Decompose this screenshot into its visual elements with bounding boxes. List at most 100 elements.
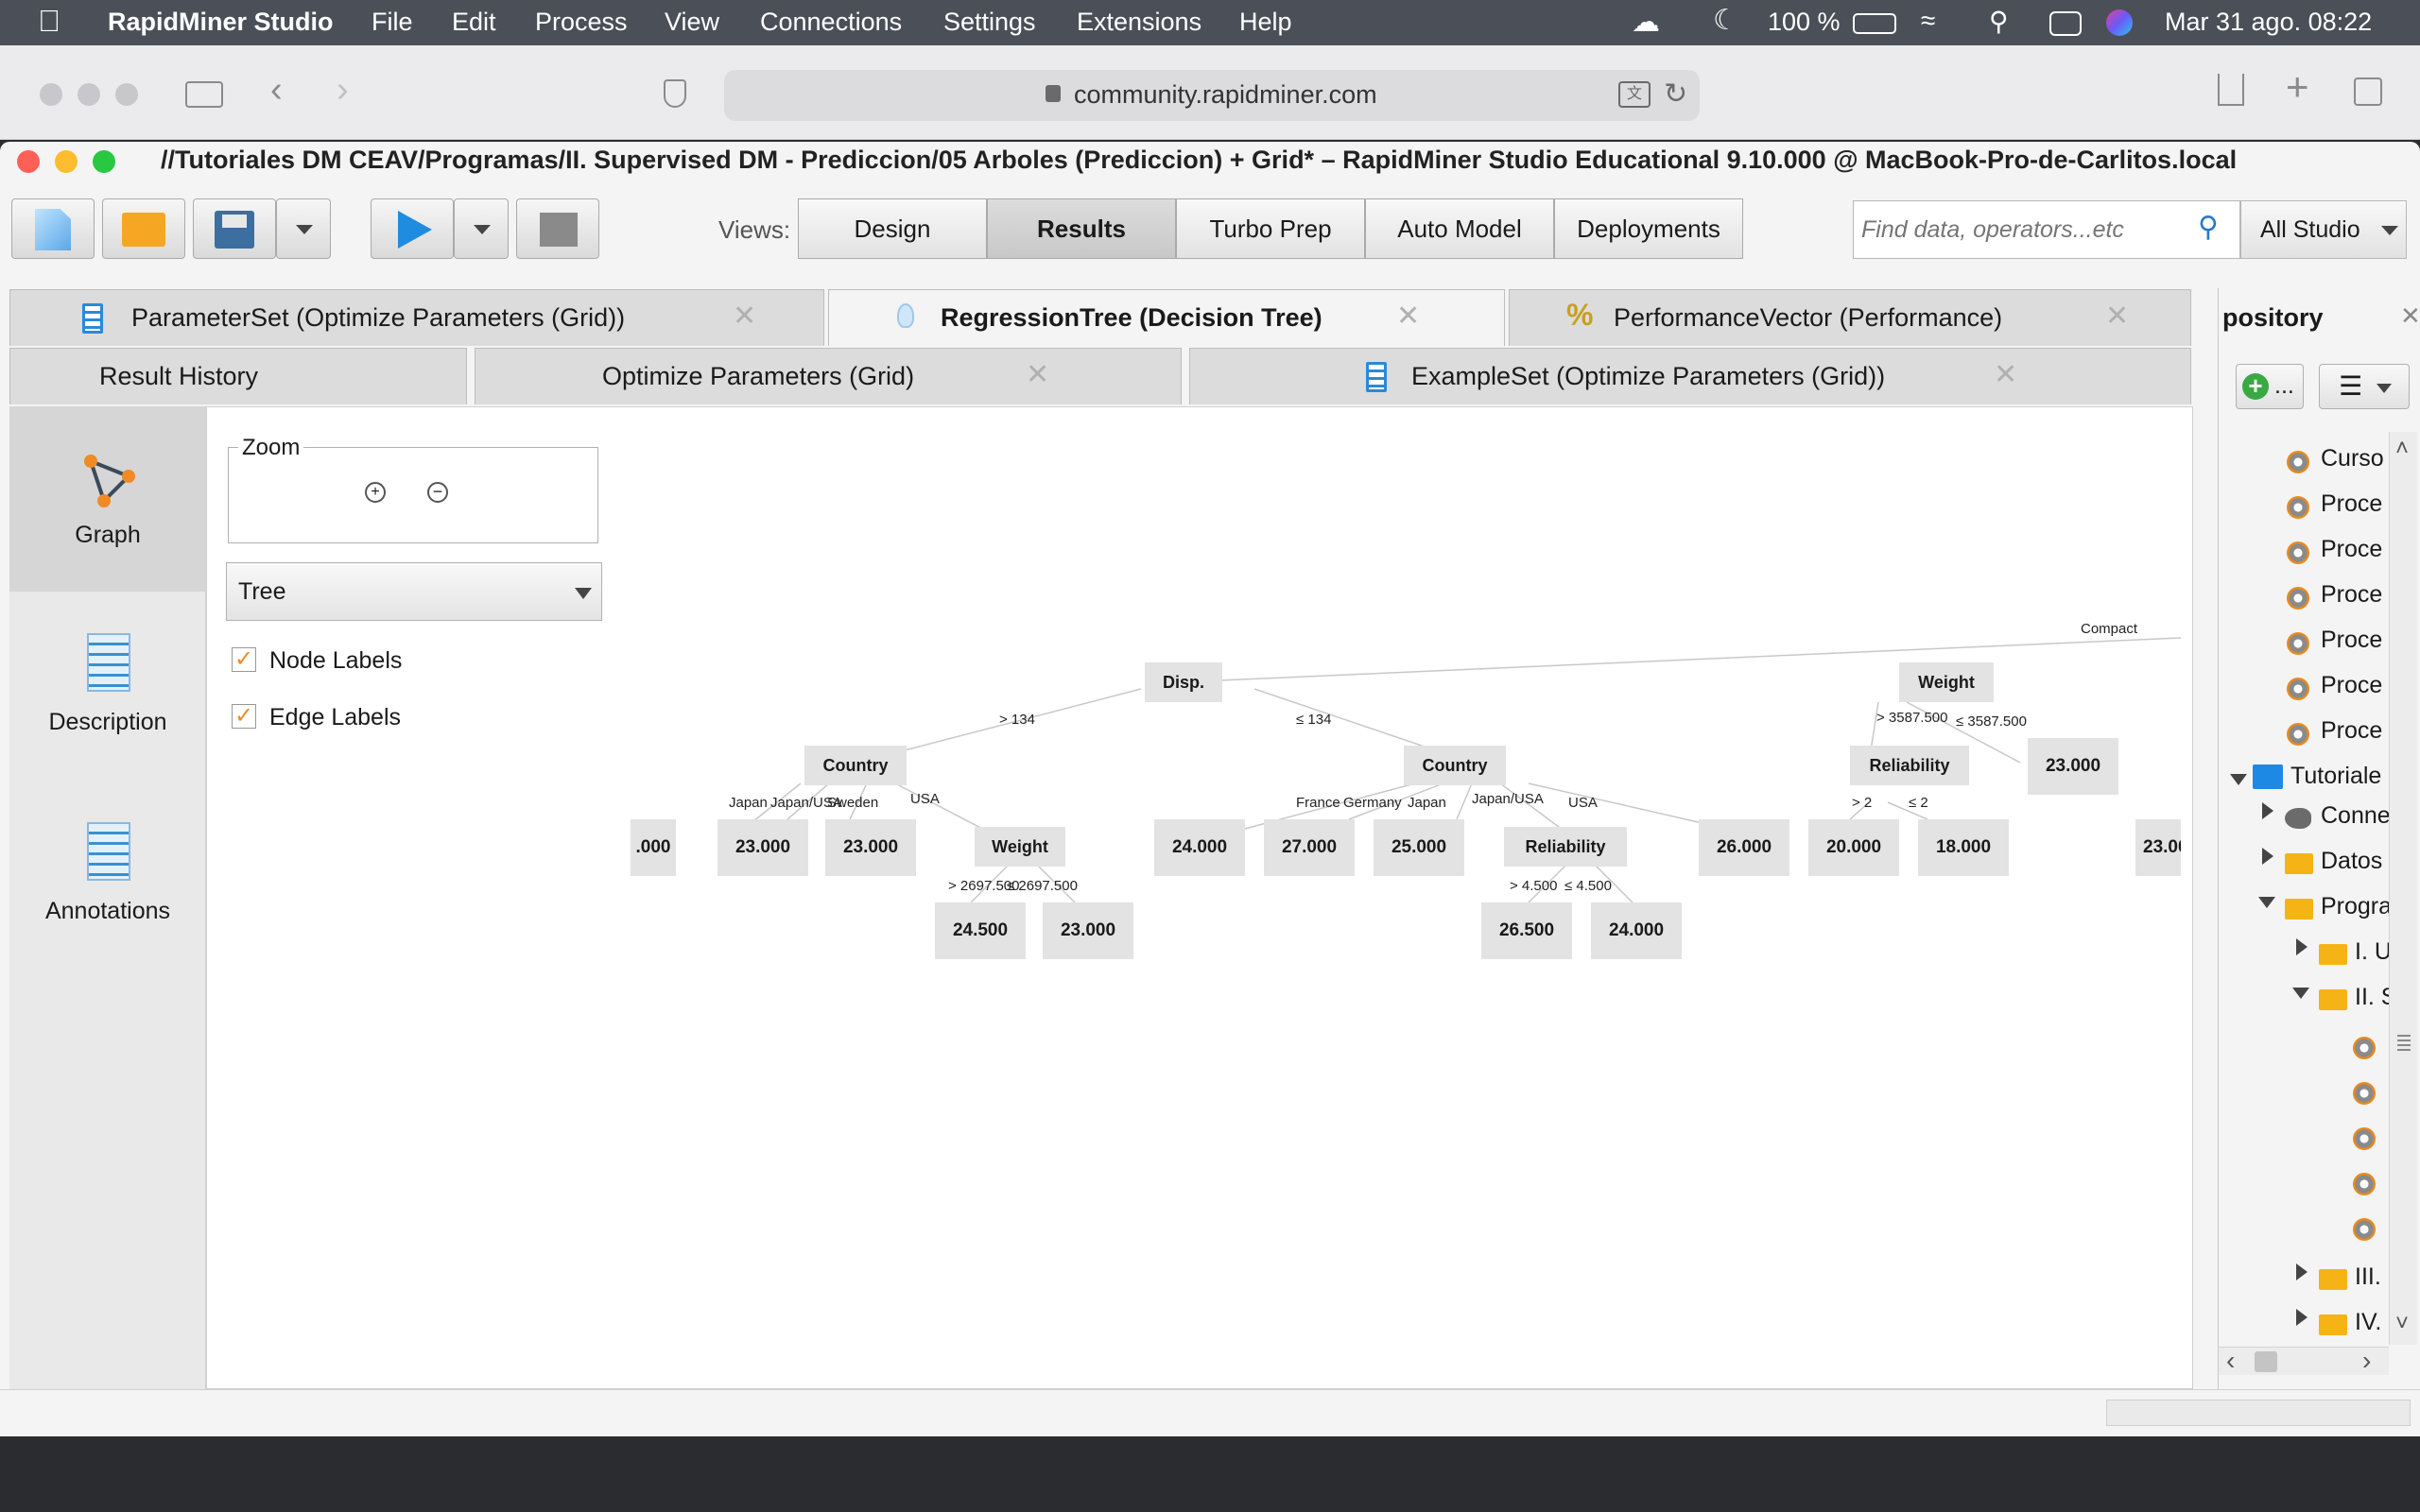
repository-folder[interactable]: Progra <box>2321 893 2389 920</box>
close-icon[interactable]: ✕ <box>1994 358 2017 391</box>
process-gear-icon[interactable] <box>2353 1127 2376 1150</box>
global-search-input[interactable] <box>1861 211 2183 249</box>
save-process-button[interactable] <box>193 198 276 259</box>
scroll-left-icon[interactable]: ‹ <box>2226 1346 2235 1376</box>
tree-leaf[interactable]: 24.500 <box>935 902 1026 959</box>
browser-minimize-dot[interactable] <box>78 83 100 106</box>
repository-tree[interactable]: Curso Proce Proce Proce Proce Proce Proc… <box>2219 432 2389 1377</box>
tree-leaf[interactable]: 25.000 <box>1374 819 1464 876</box>
window-zoom-button[interactable] <box>93 150 115 173</box>
expand-chevron-right-icon[interactable] <box>2262 848 2273 865</box>
cloud-upload-icon[interactable]: ☁ <box>1632 6 1660 39</box>
sidebar-toggle-icon[interactable] <box>185 81 223 108</box>
new-tab-plus-icon[interactable]: + <box>2286 64 2309 110</box>
add-repository-button[interactable]: + ... <box>2236 364 2304 409</box>
expand-chevron-right-icon[interactable] <box>2296 1263 2308 1280</box>
repository-folder[interactable]: II. S <box>2355 984 2389 1011</box>
share-icon[interactable] <box>2218 74 2244 106</box>
siri-icon[interactable] <box>2106 9 2133 36</box>
tree-node-root[interactable]: Disp. <box>1145 662 1222 702</box>
search-scope-dropdown[interactable]: All Studio <box>2240 200 2407 259</box>
close-icon[interactable]: ✕ <box>733 300 756 333</box>
repository-folder[interactable]: I. U <box>2355 938 2389 966</box>
window-minimize-button[interactable] <box>55 150 78 173</box>
menu-extensions[interactable]: Extensions <box>1077 8 1201 37</box>
scroll-thumb-grip[interactable] <box>2397 1035 2411 1054</box>
repository-item[interactable]: Proce <box>2321 581 2382 609</box>
back-arrow-icon[interactable]: ‹ <box>270 70 283 111</box>
zoom-in-icon[interactable]: + <box>365 482 386 503</box>
tab-overview-icon[interactable] <box>2354 77 2382 106</box>
close-icon[interactable]: ✕ <box>1396 300 1420 333</box>
menu-process[interactable]: Process <box>535 8 628 37</box>
expand-chevron-right-icon[interactable] <box>2262 802 2273 819</box>
menu-file[interactable]: File <box>372 8 413 37</box>
scroll-down-icon[interactable]: ˅ <box>2395 1311 2409 1337</box>
expand-chevron-down-icon[interactable] <box>2258 897 2275 908</box>
tree-leaf[interactable]: 26.000 <box>1699 819 1789 876</box>
tree-node-country[interactable]: Country <box>804 746 907 785</box>
tab-regression-tree[interactable]: RegressionTree (Decision Tree) ✕ <box>828 289 1505 346</box>
decision-tree-canvas[interactable]: Disp. Country Weight Country Reliability… <box>631 426 2181 1371</box>
zoom-out-icon[interactable]: − <box>427 482 448 503</box>
forward-arrow-icon[interactable]: › <box>337 70 349 111</box>
repository-folder[interactable]: III. <box>2355 1263 2381 1291</box>
view-results-button[interactable]: Results <box>987 198 1176 259</box>
tree-leaf[interactable]: 23.000 <box>2028 738 2118 795</box>
tab-example-set[interactable]: ExampleSet (Optimize Parameters (Grid)) … <box>1189 348 2191 404</box>
repository-folder[interactable]: Datos <box>2321 848 2382 875</box>
browser-zoom-dot[interactable] <box>115 83 138 106</box>
tree-leaf[interactable]: 26.500 <box>1481 902 1572 959</box>
tree-node-weight[interactable]: Weight <box>975 827 1065 867</box>
tree-leaf[interactable]: 20.000 <box>1808 819 1899 876</box>
tree-leaf[interactable]: 23.00 <box>2135 819 2181 876</box>
repository-root[interactable]: Tutoriale <box>2290 763 2381 790</box>
menu-app-name[interactable]: RapidMiner Studio <box>108 8 334 37</box>
reload-icon[interactable]: ↻ <box>1664 77 1687 111</box>
tree-leaf[interactable]: .000 <box>631 819 676 876</box>
process-gear-icon[interactable] <box>2353 1082 2376 1105</box>
layout-select[interactable]: Tree <box>226 562 602 621</box>
tree-leaf[interactable]: 23.000 <box>717 819 808 876</box>
process-gear-icon[interactable] <box>2353 1037 2376 1059</box>
node-labels-checkbox[interactable]: ✓ <box>232 647 256 672</box>
scroll-up-icon[interactable]: ˄ <box>2395 436 2409 462</box>
run-process-button[interactable] <box>371 198 454 259</box>
stop-process-button[interactable] <box>516 198 599 259</box>
menu-settings[interactable]: Settings <box>943 8 1036 37</box>
menu-connections[interactable]: Connections <box>760 8 902 37</box>
repository-item[interactable]: Proce <box>2321 490 2382 518</box>
apple-icon[interactable]:  <box>38 4 60 39</box>
new-process-button[interactable] <box>11 198 95 259</box>
repository-folder[interactable]: IV. <box>2355 1309 2381 1336</box>
window-close-button[interactable] <box>17 150 40 173</box>
scroll-thumb[interactable] <box>2255 1351 2277 1372</box>
edge-labels-checkbox[interactable]: ✓ <box>232 704 256 729</box>
expand-chevron-right-icon[interactable] <box>2296 1309 2308 1326</box>
repository-folder[interactable]: Conne <box>2321 802 2389 830</box>
tree-node-reliability[interactable]: Reliability <box>1504 827 1627 867</box>
wifi-icon[interactable]: ≈ <box>1921 6 1935 36</box>
repository-item[interactable]: Proce <box>2321 717 2382 745</box>
control-center-icon[interactable] <box>2049 11 2082 36</box>
view-turbo-prep-button[interactable]: Turbo Prep <box>1176 198 1365 259</box>
expand-chevron-down-icon[interactable] <box>2230 774 2247 785</box>
tree-node-country[interactable]: Country <box>1404 746 1506 785</box>
global-search-box[interactable]: ⚲ <box>1853 200 2240 259</box>
spotlight-search-icon[interactable]: ⚲ <box>1989 6 2009 37</box>
repository-item[interactable]: Proce <box>2321 672 2382 699</box>
repository-item[interactable]: Curso <box>2321 445 2384 472</box>
tree-leaf[interactable]: 23.000 <box>825 819 916 876</box>
tree-node-reliability[interactable]: Reliability <box>1850 746 1969 785</box>
tree-leaf[interactable]: 18.000 <box>1918 819 2009 876</box>
process-gear-icon[interactable] <box>2353 1173 2376 1195</box>
view-design-button[interactable]: Design <box>798 198 987 259</box>
repository-horizontal-scrollbar[interactable]: ‹ › <box>2219 1346 2389 1376</box>
menu-help[interactable]: Help <box>1239 8 1292 37</box>
close-icon[interactable]: ✕ <box>2105 300 2129 333</box>
tree-leaf[interactable]: 24.000 <box>1154 819 1245 876</box>
battery-icon[interactable] <box>1853 13 1896 34</box>
close-icon[interactable]: ✕ <box>1026 358 1049 391</box>
shield-privacy-icon[interactable] <box>664 79 686 108</box>
tab-parameter-set[interactable]: ParameterSet (Optimize Parameters (Grid)… <box>9 289 824 346</box>
